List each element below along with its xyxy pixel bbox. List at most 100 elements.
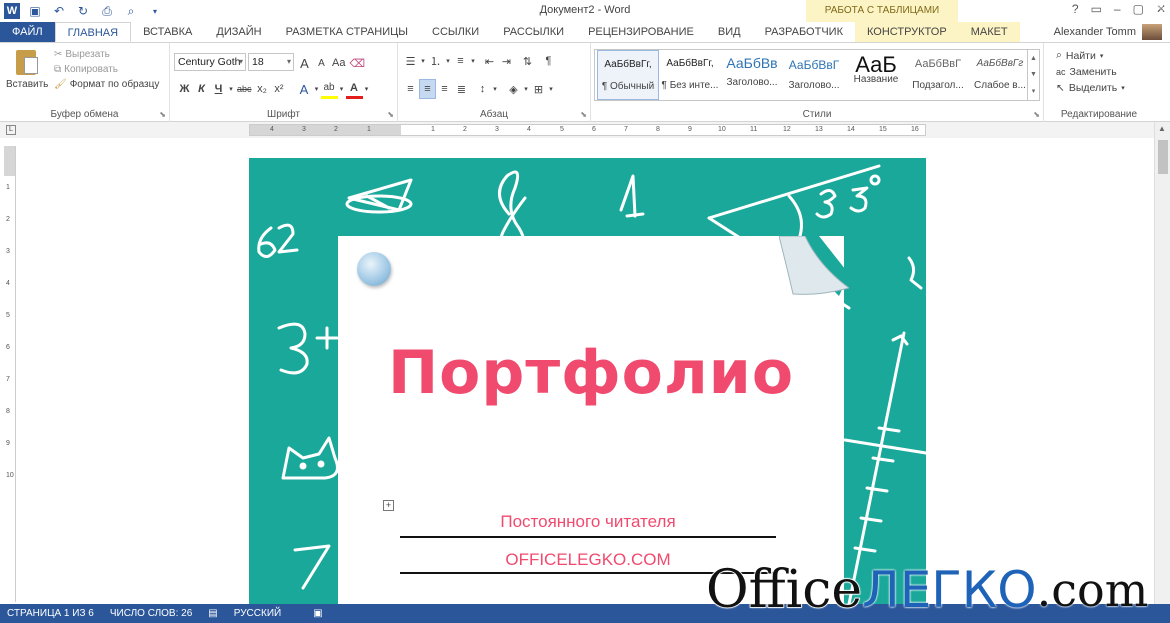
highlight-button[interactable]: ab xyxy=(320,79,338,99)
highlight-dropdown-icon[interactable]: ▾ xyxy=(338,79,346,99)
paste-button[interactable]: Вставить xyxy=(6,47,48,90)
styles-gallery-scroll[interactable]: ▲ ▼ ▾ xyxy=(1027,50,1039,100)
italic-button[interactable]: К xyxy=(193,79,210,99)
borders-dropdown-icon[interactable]: ▾ xyxy=(547,79,555,99)
word-logo-icon[interactable]: W xyxy=(4,3,20,19)
tab-table-layout[interactable]: МАКЕТ xyxy=(958,22,1020,42)
customize-qat-icon[interactable]: ▾ xyxy=(146,3,164,19)
tab-review[interactable]: РЕЦЕНЗИРОВАНИЕ xyxy=(576,22,706,42)
superscript-button[interactable]: x² xyxy=(271,79,288,99)
chevron-up-icon[interactable]: ▲ xyxy=(1030,55,1037,62)
user-account[interactable]: Alexander Tomm xyxy=(1054,24,1162,40)
proofing-icon[interactable]: ▤ xyxy=(208,608,217,619)
chevron-down-icon[interactable]: ▼ xyxy=(1030,71,1037,78)
font-color-dropdown-icon[interactable]: ▾ xyxy=(363,79,371,99)
scrollbar-thumb[interactable] xyxy=(1158,140,1168,174)
format-painter-button[interactable]: 🖌 Формат по образцу xyxy=(54,79,159,90)
multilevel-list-icon[interactable]: ≡ xyxy=(452,51,469,71)
zoom-level[interactable]: 00% xyxy=(1144,3,1164,14)
minimize-icon[interactable]: – xyxy=(1114,2,1121,16)
grow-font-button[interactable]: A xyxy=(296,53,313,73)
increase-indent-icon[interactable]: ⇥ xyxy=(498,51,515,71)
decrease-indent-icon[interactable]: ⇤ xyxy=(481,51,498,71)
font-color-button[interactable]: A xyxy=(345,79,363,99)
help-icon[interactable]: ? xyxy=(1072,2,1079,16)
change-case-button[interactable]: Aa xyxy=(330,53,347,73)
style-subtitle[interactable]: АаБбВвГ Подзагол... xyxy=(907,50,969,100)
tab-page-layout[interactable]: РАЗМЕТКА СТРАНИЦЫ xyxy=(274,22,420,42)
tab-mailings[interactable]: РАССЫЛКИ xyxy=(491,22,576,42)
tab-insert[interactable]: ВСТАВКА xyxy=(131,22,204,42)
cover-page[interactable]: Портфолио Постоянного читателя OFFICELEG… xyxy=(249,158,926,604)
copy-button[interactable]: ⧉ Копировать xyxy=(54,64,159,75)
styles-dialog-launcher-icon[interactable]: ⬊ xyxy=(1033,110,1040,119)
shrink-font-button[interactable]: A xyxy=(313,53,330,73)
font-name-select[interactable]: Century Goth ▾ xyxy=(174,53,246,71)
maximize-icon[interactable]: ▢ xyxy=(1133,2,1144,16)
vertical-ruler[interactable]: 1 2 3 4 5 6 7 8 9 10 xyxy=(4,146,16,602)
dialog-launcher-icon[interactable]: ⬊ xyxy=(159,110,166,119)
style-heading-2[interactable]: АаБбВвГ Заголово... xyxy=(783,50,845,100)
sort-icon[interactable]: ⇅ xyxy=(519,51,536,71)
align-right-icon[interactable]: ≡ xyxy=(436,79,453,99)
vertical-scrollbar[interactable]: ▲ xyxy=(1154,122,1170,604)
font-dialog-launcher-icon[interactable]: ⬊ xyxy=(387,110,394,119)
underline-button[interactable]: Ч xyxy=(210,79,227,99)
justify-icon[interactable]: ≣ xyxy=(453,79,470,99)
replace-button[interactable]: ac Заменить xyxy=(1056,66,1125,78)
borders-icon[interactable]: ⊞ xyxy=(530,79,547,99)
numbering-dropdown-icon[interactable]: ▾ xyxy=(444,51,452,71)
subscript-button[interactable]: x₂ xyxy=(254,79,271,99)
show-marks-button[interactable]: ¶ xyxy=(540,51,557,71)
strikethrough-button[interactable]: abc xyxy=(235,79,254,99)
tab-selector[interactable]: L xyxy=(6,125,16,135)
language[interactable]: РУССКИЙ xyxy=(234,608,281,619)
undo-icon[interactable]: ↶ xyxy=(50,3,68,19)
line-spacing-dropdown-icon[interactable]: ▾ xyxy=(491,79,499,99)
more-styles-icon[interactable]: ▾ xyxy=(1032,87,1036,95)
bullets-dropdown-icon[interactable]: ▾ xyxy=(419,51,427,71)
style-no-spacing[interactable]: АаБбВвГг, ¶ Без инте... xyxy=(659,50,721,100)
tab-table-design[interactable]: КОНСТРУКТОР xyxy=(854,22,959,42)
multilevel-dropdown-icon[interactable]: ▾ xyxy=(469,51,477,71)
paragraph-dialog-launcher-icon[interactable]: ⬊ xyxy=(580,110,587,119)
print-icon[interactable]: ⎙ xyxy=(98,3,116,19)
tab-view[interactable]: ВИД xyxy=(706,22,753,42)
style-subtle-emphasis[interactable]: АаБбВвГг Слабое в... xyxy=(969,50,1031,100)
scroll-up-icon[interactable]: ▲ xyxy=(1158,124,1166,133)
word-count[interactable]: ЧИСЛО СЛОВ: 26 xyxy=(110,608,192,619)
text-effects-button[interactable]: A xyxy=(296,79,313,99)
horizontal-ruler[interactable]: 4 3 2 1 1 2 3 4 5 6 7 8 9 10 11 12 13 14… xyxy=(249,124,926,136)
align-center-icon[interactable]: ≡ xyxy=(419,79,436,99)
style-heading-1[interactable]: АаБбВв Заголово... xyxy=(721,50,783,100)
style-normal[interactable]: АаБбВвГг, ¶ Обычный xyxy=(597,50,659,100)
tab-file[interactable]: ФАЙЛ xyxy=(0,22,55,42)
tab-developer[interactable]: РАЗРАБОТЧИК xyxy=(753,22,855,42)
macro-icon[interactable]: ▣ xyxy=(313,608,322,619)
cover-line-reader[interactable]: Постоянного читателя xyxy=(400,512,776,532)
underline-dropdown-icon[interactable]: ▾ xyxy=(227,79,235,99)
ribbon-display-icon[interactable]: ▭ xyxy=(1091,2,1102,16)
align-left-icon[interactable]: ≡ xyxy=(402,79,419,99)
save-icon[interactable]: ▣ xyxy=(26,3,44,19)
numbering-icon[interactable]: ⒈ xyxy=(427,51,444,71)
shading-icon[interactable]: ◈ xyxy=(505,79,522,99)
tab-references[interactable]: ССЫЛКИ xyxy=(420,22,491,42)
clear-formatting-icon[interactable]: ⌫ xyxy=(347,53,367,73)
select-button[interactable]: ↖ Выделить ▾ xyxy=(1056,82,1125,94)
text-effects-dropdown-icon[interactable]: ▾ xyxy=(313,79,321,99)
font-size-select[interactable]: 18 ▾ xyxy=(248,53,294,71)
cover-title[interactable]: Портфолио xyxy=(338,338,844,408)
redo-icon[interactable]: ↻ xyxy=(74,3,92,19)
page-count[interactable]: СТРАНИЦА 1 ИЗ 6 xyxy=(7,608,94,619)
line-spacing-icon[interactable]: ↕ xyxy=(474,79,491,99)
cut-button[interactable]: ✂ Вырезать xyxy=(54,49,159,60)
find-button[interactable]: ⌕ Найти ▾ xyxy=(1056,49,1125,62)
style-title[interactable]: АаБ Название xyxy=(845,50,907,100)
bullets-icon[interactable]: ☰ xyxy=(402,51,419,71)
tab-home[interactable]: ГЛАВНАЯ xyxy=(54,22,132,42)
table-move-handle-icon[interactable]: + xyxy=(383,500,394,511)
print-preview-icon[interactable]: ⌕ xyxy=(122,3,140,19)
tab-design[interactable]: ДИЗАЙН xyxy=(204,22,273,42)
shading-dropdown-icon[interactable]: ▾ xyxy=(522,79,530,99)
